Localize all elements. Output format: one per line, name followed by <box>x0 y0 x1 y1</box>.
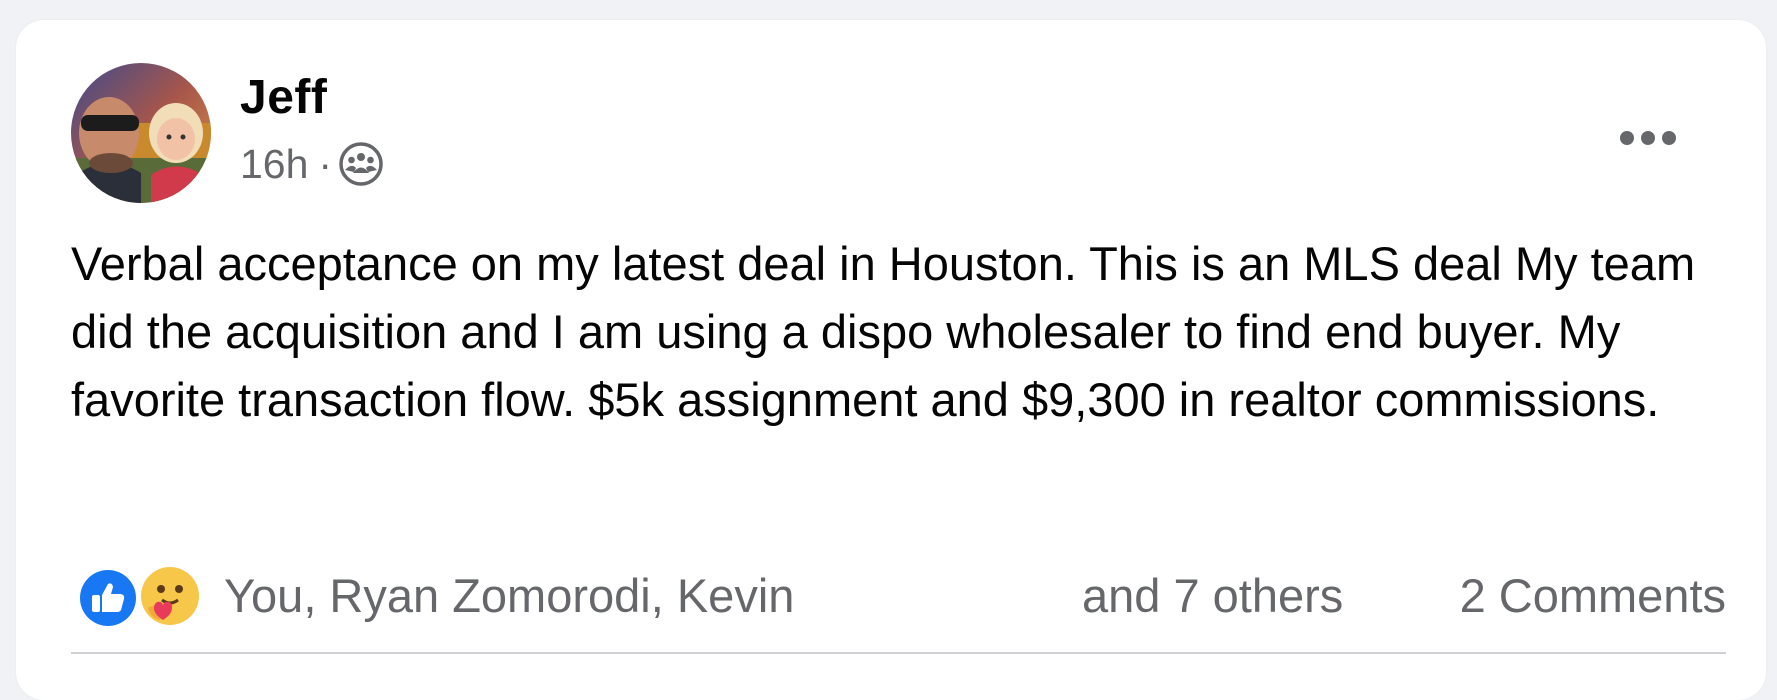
author-name[interactable]: Jeff <box>240 70 327 125</box>
post-meta: 16h · <box>240 140 384 188</box>
reactions-others-count[interactable]: and 7 others <box>1082 568 1343 623</box>
care-icon <box>138 564 202 628</box>
author-avatar[interactable] <box>71 63 211 203</box>
more-dot <box>1620 131 1634 145</box>
reaction-icons[interactable] <box>76 562 211 632</box>
more-dot <box>1662 131 1676 145</box>
reactions-bar: You, Ryan Zomorodi, Kevin and 7 others 2… <box>76 550 1726 646</box>
avatar-photo <box>71 63 211 203</box>
post-timestamp[interactable]: 16h <box>240 141 308 188</box>
more-options-icon[interactable] <box>1608 108 1688 168</box>
post-body-text: Verbal acceptance on my latest deal in H… <box>71 237 1696 426</box>
post-card: Jeff 16h · Verbal acceptance on my lates… <box>16 20 1766 700</box>
comments-count[interactable]: 2 Comments <box>1460 568 1726 623</box>
more-dot <box>1641 131 1655 145</box>
divider <box>71 652 1726 654</box>
meta-separator: · <box>318 140 333 187</box>
reactors-list[interactable]: You, Ryan Zomorodi, Kevin <box>224 568 794 623</box>
like-icon <box>77 567 139 629</box>
group-audience-icon[interactable] <box>338 141 384 187</box>
